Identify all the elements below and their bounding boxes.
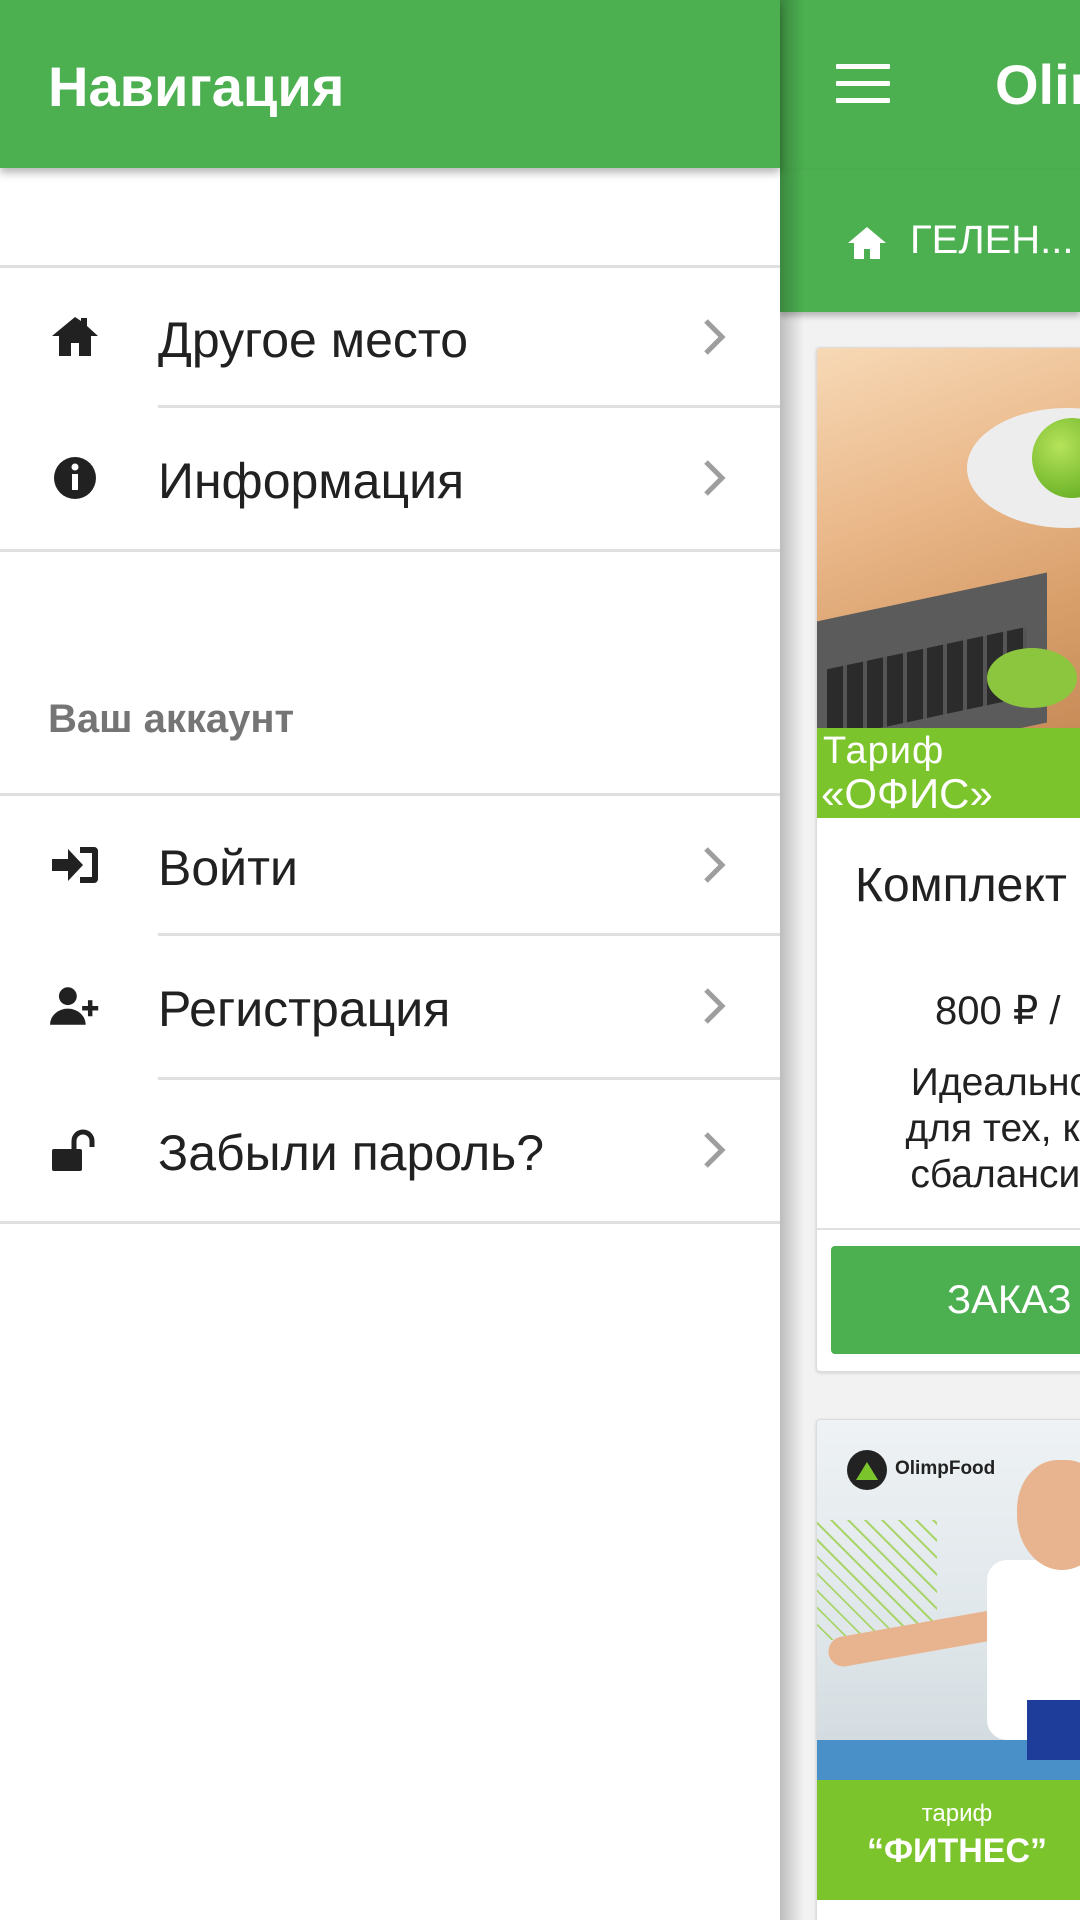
nav-item-label: Забыли пароль? xyxy=(158,1125,545,1181)
user-plus-icon xyxy=(50,983,100,1029)
drawer-title: Навигация xyxy=(48,55,345,118)
unlock-icon xyxy=(50,1127,100,1173)
drawer-shadow xyxy=(780,0,804,1920)
description-line: сбалансиро xyxy=(910,1153,1080,1196)
office-tariff-photo xyxy=(817,348,1080,728)
account-section-header: Ваш аккаунт xyxy=(48,697,295,741)
nav-item-other-place[interactable]: Другое место xyxy=(0,267,780,407)
banner-small-text: тариф xyxy=(921,1800,993,1827)
divider xyxy=(0,1221,780,1224)
chevron-right-icon xyxy=(700,1130,730,1170)
sign-in-icon xyxy=(50,842,100,888)
home-icon xyxy=(846,225,888,261)
hamburger-menu-icon[interactable] xyxy=(836,64,890,104)
order-button-label: ЗАКАЗ xyxy=(947,1278,1072,1322)
tariff-card-fitness[interactable]: OlimpFood тариф “ФИТНЕС” xyxy=(816,1419,1080,1920)
card-title: Комплект xyxy=(855,859,1067,912)
drawer-header: Навигация xyxy=(0,0,780,168)
nav-item-login[interactable]: Войти xyxy=(0,795,780,935)
description-line: для тех, ком xyxy=(905,1107,1080,1150)
nav-item-label: Другое место xyxy=(158,312,469,368)
app-title: Olim xyxy=(995,53,1080,116)
chevron-right-icon xyxy=(700,317,730,357)
info-icon xyxy=(50,455,100,501)
banner-small-text: Тариф xyxy=(823,730,945,772)
chevron-right-icon xyxy=(700,458,730,498)
nav-item-label: Регистрация xyxy=(158,981,451,1037)
tariff-banner: тариф “ФИТНЕС” xyxy=(817,1780,1080,1900)
banner-big-text: «ОФИС» xyxy=(821,770,993,817)
description-line: Идеально п xyxy=(910,1061,1080,1104)
chevron-right-icon xyxy=(700,986,730,1026)
app-toolbar: Olim xyxy=(780,0,1080,170)
fitness-tariff-photo: OlimpFood xyxy=(817,1420,1080,1780)
tariff-card-office[interactable]: Тариф «ОФИС» Комплект 800 ₽ / Идеально п… xyxy=(816,347,1080,1372)
card-divider xyxy=(817,1228,1080,1230)
tariff-banner: Тариф «ОФИС» xyxy=(817,728,1080,818)
main-app: Olim ГЕЛЕН... Тариф «ОФИС» Комплект 800 … xyxy=(780,0,1080,1920)
nav-item-label: Войти xyxy=(158,840,298,896)
chevron-right-icon xyxy=(700,845,730,885)
logo-text: OlimpFood xyxy=(895,1458,996,1479)
divider xyxy=(0,549,780,552)
nav-item-forgot-password[interactable]: Забыли пароль? xyxy=(0,1080,780,1220)
location-bar[interactable]: ГЕЛЕН... xyxy=(780,170,1080,312)
nav-item-label: Информация xyxy=(158,453,465,509)
nav-item-information[interactable]: Информация xyxy=(0,408,780,548)
nav-item-registration[interactable]: Регистрация xyxy=(0,936,780,1076)
card-price: 800 ₽ / xyxy=(935,989,1061,1033)
home-icon xyxy=(50,314,100,360)
order-button[interactable]: ЗАКАЗ xyxy=(831,1246,1080,1354)
location-label: ГЕЛЕН... xyxy=(910,218,1074,262)
card-description: Идеально п для тех, ком сбалансиро xyxy=(857,1060,1080,1198)
olimpfood-logo-icon xyxy=(847,1450,887,1490)
navigation-drawer: Навигация Другое место Информация Ваш ак… xyxy=(0,0,780,1920)
banner-big-text: “ФИТНЕС” xyxy=(866,1832,1047,1870)
